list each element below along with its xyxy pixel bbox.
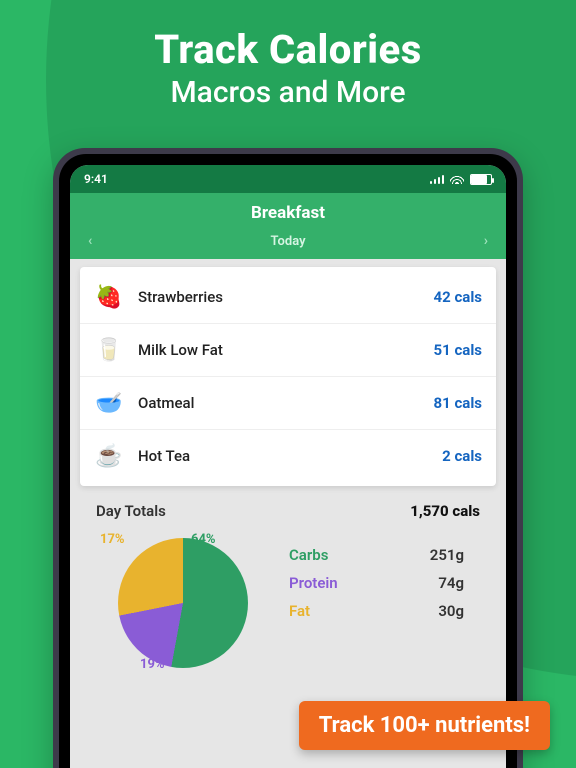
meal-title: Breakfast [70,193,506,233]
food-name: Hot Tea [138,447,442,465]
pct-label-protein: 19% [140,657,165,672]
pct-label-carbs: 64% [191,532,216,547]
legend-carbs-value: 251g [430,546,464,564]
legend-fat-label: Fat [289,602,310,620]
legend-fat-value: 30g [438,602,464,620]
milk-icon: 🥛 [94,335,124,365]
tablet-frame: 9:41 Breakfast ‹ Today › [53,148,523,768]
wifi-icon [450,174,464,184]
promo-callout: Track 100+ nutrients! [299,701,550,750]
signal-icon [430,174,445,184]
next-day-button[interactable]: › [484,233,488,249]
tea-icon: ☕ [94,441,124,471]
app-screen: 9:41 Breakfast ‹ Today › [70,165,506,768]
promo-heading: Track Calories [0,26,576,73]
status-time: 9:41 [84,172,108,186]
oatmeal-icon: 🥣 [94,388,124,418]
day-totals: Day Totals 1,570 cals 17% 64% 19% [80,486,496,668]
legend-protein-value: 74g [438,574,464,592]
food-name: Strawberries [138,288,434,306]
list-item[interactable]: 🥣 Oatmeal 81 cals [80,377,496,430]
prev-day-button[interactable]: ‹ [88,233,92,249]
date-label[interactable]: Today [271,234,306,249]
food-cals: 81 cals [434,394,482,412]
food-cals: 2 cals [442,447,482,465]
date-nav: ‹ Today › [70,233,506,259]
food-name: Oatmeal [138,394,434,412]
food-cals: 51 cals [434,341,482,359]
food-list: 🍓 Strawberries 42 cals 🥛 Milk Low Fat 51… [80,267,496,486]
list-item[interactable]: ☕ Hot Tea 2 cals [80,430,496,482]
macro-legend: Carbs 251g Protein 74g Fat 30g [289,538,480,630]
legend-protein-label: Protein [289,574,338,592]
pie-graphic [118,538,248,668]
totals-label: Day Totals [96,502,166,520]
list-item[interactable]: 🍓 Strawberries 42 cals [80,271,496,324]
pct-label-fat: 17% [100,532,125,547]
list-item[interactable]: 🥛 Milk Low Fat 51 cals [80,324,496,377]
totals-cals: 1,570 cals [410,502,480,520]
promo-subheading: Macros and More [0,75,576,110]
battery-icon [470,174,492,185]
legend-carbs-label: Carbs [289,546,328,564]
status-bar: 9:41 [70,165,506,193]
macro-pie-chart: 17% 64% 19% [96,538,271,668]
food-name: Milk Low Fat [138,341,434,359]
strawberry-icon: 🍓 [94,282,124,312]
food-cals: 42 cals [434,288,482,306]
